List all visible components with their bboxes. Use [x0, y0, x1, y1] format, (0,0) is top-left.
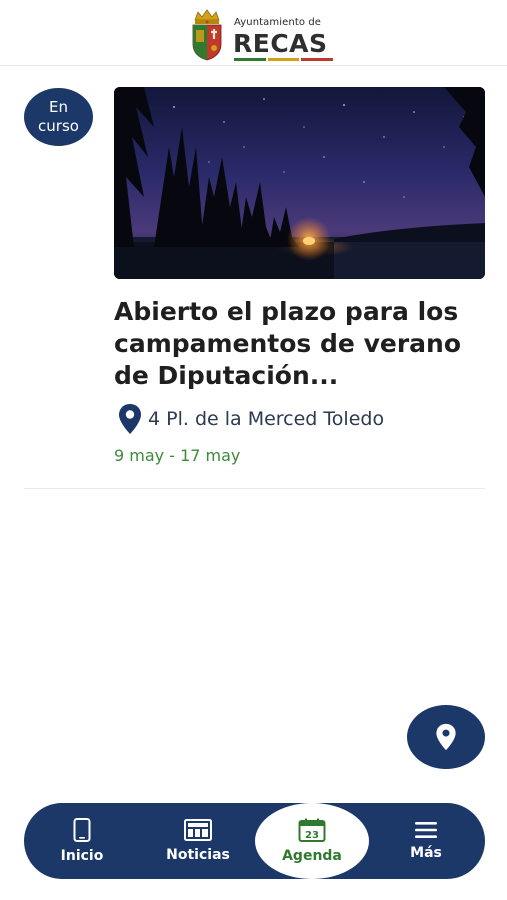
- nav-item-mas[interactable]: Más: [378, 803, 474, 879]
- nav-label-agenda: Agenda: [282, 848, 342, 864]
- event-title[interactable]: Abierto el plazo para los campamentos de…: [114, 296, 494, 392]
- brand-stripe-green: [234, 58, 266, 61]
- map-pin-icon: [119, 404, 141, 434]
- calendar-icon: 23: [298, 818, 326, 842]
- phone-icon: [73, 818, 91, 842]
- nav-label-mas: Más: [410, 845, 442, 861]
- calendar-day-text: 23: [305, 830, 319, 841]
- nav-label-noticias: Noticias: [166, 847, 230, 863]
- nav-item-agenda[interactable]: 23 Agenda: [255, 803, 369, 879]
- brand-stripe-red: [301, 58, 334, 61]
- brand-logo[interactable]: Ayuntamiento de RECAS: [190, 8, 340, 62]
- brand-stripe-yellow: [267, 58, 300, 61]
- nav-label-inicio: Inicio: [60, 848, 104, 864]
- bottom-nav: Inicio Noticias 23 Agenda Más: [24, 803, 485, 879]
- brand-subtitle: Ayuntamiento de: [234, 17, 322, 28]
- status-badge: En curso: [24, 88, 93, 146]
- event-location-text: 4 Pl. de la Merced Toledo: [148, 408, 385, 430]
- newspaper-icon: [184, 819, 212, 841]
- brand-name: RECAS: [233, 29, 328, 58]
- menu-icon: [415, 822, 437, 838]
- event-dates: 9 may - 17 may: [114, 446, 241, 465]
- event-location[interactable]: 4 Pl. de la Merced Toledo: [118, 403, 384, 435]
- location-pin-icon: [436, 723, 456, 751]
- app-screen: Ayuntamiento de RECAS En curso Abierto e…: [0, 0, 507, 900]
- brand-stripes: [234, 58, 335, 61]
- coat-of-arms-icon: [192, 9, 222, 61]
- nav-item-inicio[interactable]: Inicio: [34, 803, 130, 879]
- event-image[interactable]: [114, 87, 485, 279]
- app-header: Ayuntamiento de RECAS: [0, 0, 507, 66]
- night-forest-image: [114, 87, 485, 279]
- nav-item-noticias[interactable]: Noticias: [148, 803, 248, 879]
- divider: [24, 488, 485, 489]
- map-button[interactable]: [407, 705, 485, 769]
